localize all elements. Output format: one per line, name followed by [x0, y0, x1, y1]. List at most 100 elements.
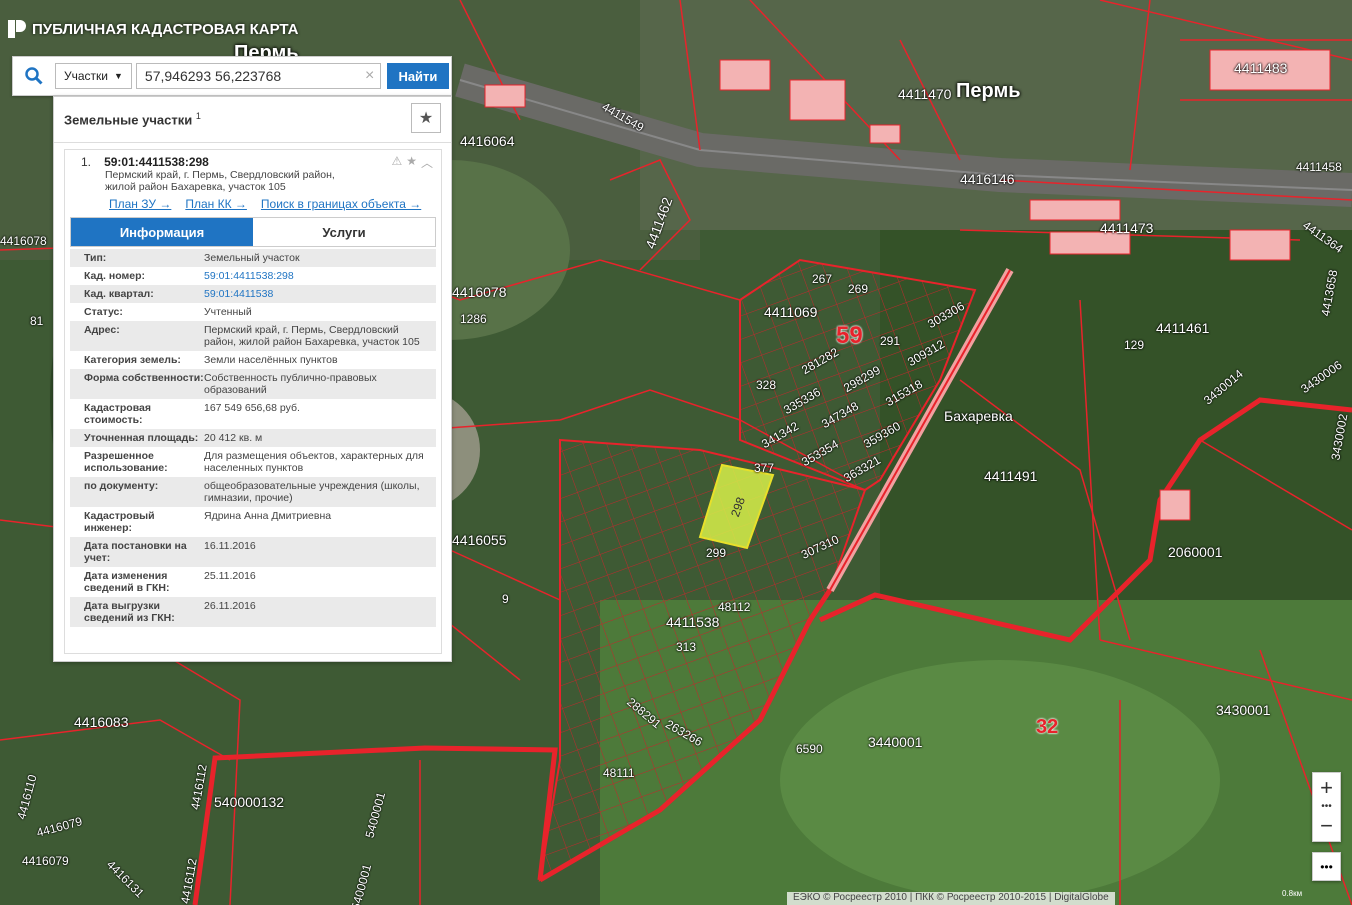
info-row: Дата постановки на учет: 16.11.2016: [70, 537, 436, 567]
scale-bar: 0.8км: [1282, 889, 1303, 898]
village-label: Бахаревка: [944, 408, 1013, 424]
map-label: 377: [754, 461, 775, 475]
warning-icon[interactable]: ⚠: [391, 154, 402, 171]
result-address-line: Пермский край, г. Пермь, Свердловский ра…: [105, 169, 335, 181]
card-tabs: Информация Услуги: [70, 217, 436, 247]
map-label: 2060001: [1168, 544, 1223, 560]
map-label: 540000132: [214, 794, 285, 810]
search-type-select[interactable]: Участки ▼: [55, 63, 132, 89]
info-key: Дата выгрузки сведений из ГКН:: [84, 600, 175, 624]
info-value: Пермский край, г. Пермь, Свердловский ра…: [204, 324, 420, 348]
info-row: Статус: Учтенный: [70, 303, 436, 321]
map-label: 4411470: [898, 86, 952, 102]
block-label-59: 59: [836, 322, 863, 349]
map-label: 3430001: [1216, 702, 1271, 718]
info-key: Дата постановки на учет:: [84, 540, 187, 564]
clear-icon[interactable]: ×: [365, 67, 374, 85]
info-value: 26.11.2016: [204, 600, 256, 612]
favorite-button[interactable]: ★: [411, 103, 441, 133]
plan-kk-link[interactable]: План КК →: [185, 197, 247, 211]
info-key: Форма собственности:: [84, 372, 204, 384]
star-icon[interactable]: ★: [406, 154, 417, 171]
card-actions: ⚠ ★ ︿: [391, 154, 433, 171]
zoom-control: + ••• −: [1312, 772, 1341, 842]
search-icon[interactable]: [13, 57, 55, 95]
map-label: 299: [706, 546, 727, 560]
info-row: Кадастровый инженер: Ядрина Анна Дмитриев…: [70, 507, 436, 537]
search-in-bounds-link[interactable]: Поиск в границах объекта →: [261, 197, 421, 211]
zoom-level-indicator[interactable]: •••: [1313, 802, 1340, 812]
info-value: Учтенный: [204, 306, 252, 318]
info-row: Кад. номер: 59:01:4411538:298: [70, 267, 436, 285]
map-label: 48111: [603, 766, 635, 780]
info-key: Кад. номер:: [84, 270, 146, 282]
plan-zu-link[interactable]: План ЗУ →: [109, 197, 171, 211]
map-label: 267: [812, 272, 833, 286]
result-cad-number[interactable]: 59:01:4411538:298: [104, 155, 209, 169]
map-label: 4416064: [460, 133, 515, 149]
info-row: Кадастровая стоимость: 167 549 656,68 руб…: [70, 399, 436, 429]
tab-info[interactable]: Информация: [71, 218, 253, 246]
map-label: 4411538: [666, 614, 720, 630]
more-button[interactable]: •••: [1312, 852, 1341, 881]
results-count: 1: [195, 111, 201, 122]
info-row: Адрес: Пермский край, г. Пермь, Свердловс…: [70, 321, 436, 351]
info-key: Категория земель:: [84, 354, 181, 366]
map-label: 1286: [460, 312, 487, 326]
map-label: 4416055: [452, 532, 507, 548]
result-index: 1.: [81, 155, 92, 169]
find-button[interactable]: Найти: [386, 63, 449, 89]
info-row: Тип: Земельный участок: [70, 249, 436, 267]
map-label: 129: [1124, 338, 1145, 352]
search-input[interactable]: [135, 63, 381, 89]
card-links: План ЗУ → План КК → Поиск в границах объ…: [109, 197, 433, 211]
zoom-out-button[interactable]: −: [1313, 811, 1340, 841]
results-panel: Земельные участки 1 ★ 1. 59:01:4411538:2…: [53, 96, 452, 662]
map-label: 4411491: [984, 468, 1038, 484]
info-key: Кад. квартал:: [84, 288, 154, 300]
info-key: Разрешенное использование:: [84, 450, 168, 474]
info-key: Уточненная площадь:: [84, 432, 199, 444]
info-row: Кад. квартал: 59:01:4411538: [70, 285, 436, 303]
result-address-line: жилой район Бахаревка, участок 105: [105, 181, 286, 193]
cad-number-link[interactable]: 59:01:4411538:298: [204, 270, 424, 282]
info-key: Тип:: [84, 252, 107, 264]
map-label: 4416083: [74, 714, 129, 730]
map-label: 4411473: [1100, 220, 1154, 236]
map-label: 4416079: [22, 854, 69, 868]
info-key: Дата изменения сведений в ГКН:: [84, 570, 170, 594]
result-card: 1. 59:01:4411538:298 Пермский край, г. П…: [64, 149, 442, 654]
map-label: 328: [756, 378, 777, 392]
map-label: 4411461: [1156, 320, 1210, 336]
map-label: 291: [880, 334, 901, 348]
info-value: Ядрина Анна Дмитриевна: [204, 510, 332, 522]
results-title: Земельные участки 1: [64, 111, 201, 128]
map-label: 4416078: [0, 234, 47, 248]
info-value: 25.11.2016: [204, 570, 256, 582]
tab-services[interactable]: Услуги: [253, 218, 435, 246]
results-header: Земельные участки 1 ★: [54, 97, 451, 143]
cad-quarter-link[interactable]: 59:01:4411538: [204, 288, 424, 300]
map-label: 4416146: [960, 171, 1015, 187]
map-label: 4411483: [1234, 60, 1288, 76]
info-row: Категория земель: Земли населённых пункто…: [70, 351, 436, 369]
info-key: Кадастровая стоимость:: [84, 402, 151, 426]
map-label: 4411069: [764, 304, 818, 320]
map-label: 81: [30, 314, 44, 328]
info-row: Дата выгрузки сведений из ГКН: 26.11.2016: [70, 597, 436, 627]
info-key: Кадастровый инженер:: [84, 510, 155, 534]
chevron-up-icon[interactable]: ︿: [421, 154, 433, 171]
map-label: 313: [676, 640, 697, 654]
app-logo[interactable]: ПУБЛИЧНАЯ КАДАСТРОВАЯ КАРТА: [8, 20, 298, 38]
map-label: 9: [502, 592, 509, 606]
map-label: 48112: [718, 600, 751, 614]
city-label: Пермь: [956, 80, 1021, 102]
info-key: по документу:: [84, 480, 159, 492]
info-value: Для размещения объектов, характерных для…: [204, 450, 424, 474]
zoom-in-button[interactable]: +: [1313, 773, 1340, 803]
info-value: 16.11.2016: [204, 540, 256, 552]
chevron-down-icon: ▼: [114, 71, 123, 81]
info-value: Собственность публично-правовых образова…: [204, 372, 377, 396]
info-key: Статус:: [84, 306, 123, 318]
info-value: 167 549 656,68 руб.: [204, 402, 300, 414]
